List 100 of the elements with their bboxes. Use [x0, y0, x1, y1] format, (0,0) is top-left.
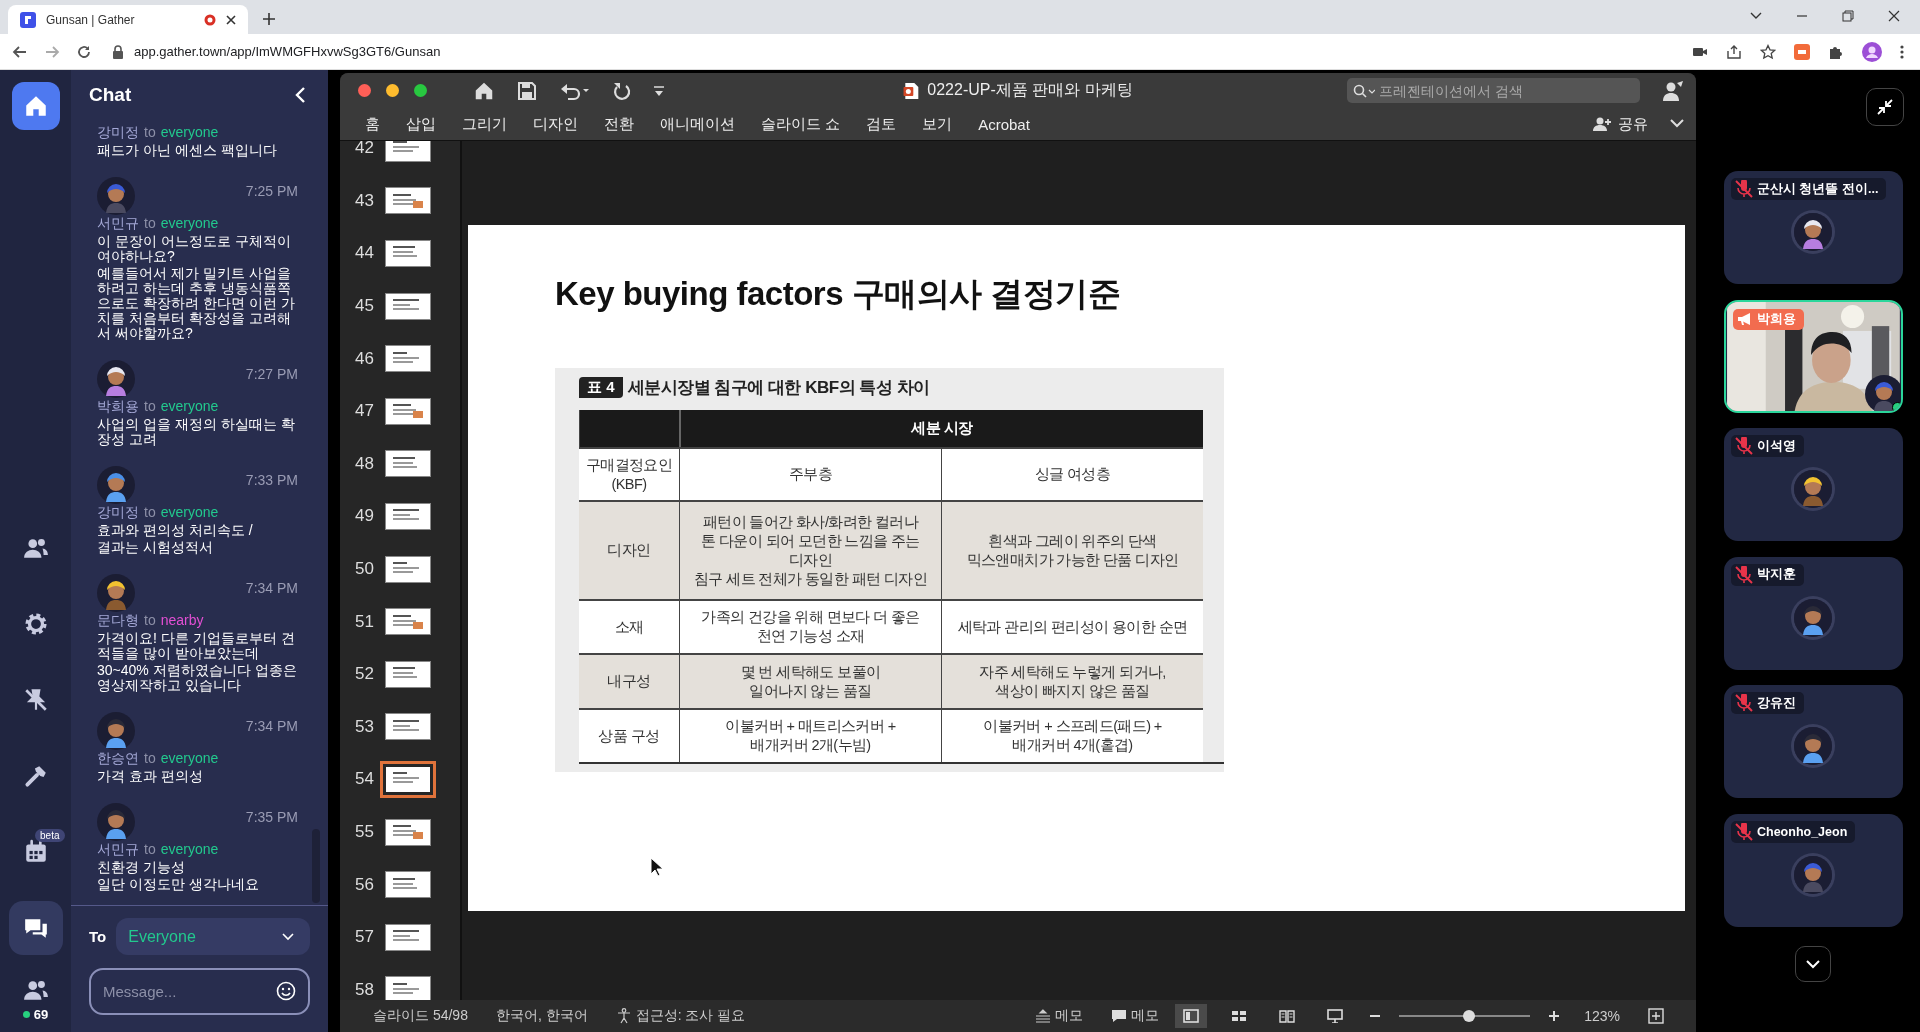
slide-number: 44 — [354, 243, 374, 264]
slide-thumbnail[interactable] — [386, 924, 430, 950]
zoom-window-icon[interactable] — [414, 84, 427, 97]
slide-thumbnail[interactable] — [386, 714, 430, 740]
slide-thumbnail[interactable] — [386, 609, 430, 635]
to-label: to — [144, 841, 156, 858]
accessibility-button[interactable]: 접근성: 조사 필요 — [615, 1007, 746, 1025]
slide-thumbnail[interactable] — [386, 293, 430, 319]
ribbon-tab[interactable]: 전환 — [591, 114, 647, 134]
message-field[interactable]: Message... — [89, 968, 310, 1015]
avatar-icon — [1794, 470, 1832, 508]
slide-thumbnail[interactable] — [386, 556, 430, 582]
table-cell: 구매결정요인 (KBF) — [579, 447, 679, 500]
online-dot — [1892, 401, 1901, 411]
collapse-icon[interactable] — [294, 86, 306, 104]
avatar-icon — [97, 574, 135, 612]
search-field[interactable]: 프레젠테이션에서 검색 — [1347, 78, 1640, 103]
recipient-name: everyone — [160, 215, 219, 232]
participant-tile[interactable]: 이석영 — [1724, 428, 1903, 541]
restore-icon[interactable] — [1842, 10, 1854, 22]
slide-thumbnail[interactable] — [386, 141, 430, 161]
zoom-slider[interactable] — [1399, 1010, 1531, 1022]
to-label: to — [144, 124, 156, 141]
share-icon[interactable] — [1726, 43, 1742, 60]
name-label: 강유진 — [1731, 692, 1804, 714]
ribbon-tab[interactable]: 그리기 — [449, 114, 520, 134]
ribbon-tab[interactable]: 애니메이션 — [647, 114, 748, 134]
slide-thumbnail[interactable] — [386, 872, 430, 898]
browser-tab[interactable]: Gunsan | Gather — [8, 5, 248, 34]
sender-name: 강미정 — [97, 124, 139, 141]
reload-icon[interactable] — [76, 43, 92, 60]
minimize-button[interactable] — [1866, 88, 1904, 126]
chevron-down-icon[interactable] — [1750, 12, 1762, 20]
ribbon-tab[interactable]: 보기 — [909, 114, 966, 134]
more-icon[interactable] — [1900, 43, 1904, 60]
participant-tile[interactable]: 강유진 — [1724, 685, 1903, 798]
slide-number: 56 — [354, 874, 374, 895]
ribbon-tab[interactable]: 삽입 — [393, 114, 449, 134]
fit-icon[interactable] — [1648, 1008, 1664, 1024]
slider-thumb[interactable] — [1462, 1010, 1475, 1022]
ribbon-tab[interactable]: 홈 — [352, 114, 393, 134]
ribbon-tab[interactable]: 디자인 — [520, 114, 591, 134]
calendar-button[interactable]: beta — [8, 825, 63, 879]
minimize-window-icon[interactable] — [386, 84, 399, 97]
message-time: 7:27 PM — [245, 366, 298, 382]
recipient-dropdown[interactable]: Everyone — [116, 918, 310, 955]
close-tab-icon[interactable] — [226, 14, 236, 25]
ribbon-tab[interactable]: Acrobat — [965, 115, 1043, 133]
table-cell: 자주 세탁해도 누렇게 되거나, 색상이 빠지지 않은 품질 — [941, 653, 1203, 708]
close-icon[interactable] — [1888, 10, 1900, 22]
profile-icon[interactable] — [1862, 41, 1882, 62]
slide-thumbnail[interactable] — [386, 346, 430, 372]
to-label: to — [144, 504, 156, 521]
slide-thumbnail[interactable] — [386, 503, 430, 529]
extension-icon[interactable] — [1794, 43, 1810, 60]
message-text: 사업의 업을 재정의 하실때는 확장성 고려 — [97, 417, 296, 447]
avatar-icon — [1794, 213, 1832, 251]
close-window-icon[interactable] — [358, 84, 371, 97]
normal-view-button[interactable] — [1175, 1004, 1208, 1028]
zoom-in-icon[interactable] — [1548, 1010, 1561, 1022]
name-label: Cheonho_Jeon — [1731, 820, 1856, 843]
new-tab-icon[interactable] — [262, 12, 276, 26]
participant-tile[interactable]: Cheonho_Jeon — [1724, 813, 1903, 927]
slide-title: Key buying factors 구매의사 결정기준 — [555, 274, 1122, 314]
ribbon-tab[interactable]: 슬라이드 쇼 — [748, 114, 854, 134]
participants-button[interactable]: 69 — [21, 977, 50, 1022]
table-cell: 주부층 — [679, 447, 941, 500]
participant-tile[interactable]: 군산시 청년뜰 전이... — [1724, 171, 1903, 284]
avatar-icon — [97, 803, 135, 841]
customize-icon[interactable] — [653, 84, 665, 97]
ribbon-tab[interactable]: 검토 — [853, 114, 910, 134]
app-favicon-icon — [20, 11, 36, 28]
slide-number: 50 — [354, 559, 374, 580]
redo-icon[interactable] — [611, 80, 631, 101]
share-button[interactable]: 공유 — [1592, 114, 1648, 134]
chat-button[interactable] — [8, 901, 63, 955]
emoji-icon[interactable] — [276, 981, 296, 1001]
slide-thumbnail[interactable] — [386, 241, 430, 266]
slide-thumbnail[interactable] — [386, 977, 430, 1000]
home-button[interactable] — [11, 82, 60, 130]
save-icon[interactable] — [517, 80, 537, 101]
scroll-down-button[interactable] — [1795, 946, 1831, 982]
back-icon[interactable] — [12, 43, 28, 60]
account-icon[interactable] — [1662, 79, 1684, 102]
avatar-icon — [97, 466, 135, 504]
notes-button[interactable]: 메모 — [1035, 1007, 1084, 1025]
slide-thumbnail[interactable] — [386, 188, 430, 214]
sender-name: 서민규 — [97, 215, 139, 232]
beta-badge: beta — [35, 829, 65, 842]
slide-thumbnail[interactable] — [386, 819, 430, 845]
name-label: 군산시 청년뜰 전이... — [1731, 178, 1887, 200]
slide-thumbnail[interactable] — [386, 398, 430, 424]
slide-thumbnail[interactable] — [386, 451, 430, 477]
slide-thumbnail[interactable] — [386, 661, 430, 687]
search-icon — [1353, 84, 1375, 98]
shrink-icon — [1877, 99, 1893, 115]
sender-name: 문다형 — [97, 612, 139, 629]
participant-tile[interactable]: 박지훈 — [1724, 556, 1903, 670]
comments-button[interactable]: 메모 — [1111, 1007, 1160, 1025]
star-icon[interactable] — [1760, 43, 1776, 60]
